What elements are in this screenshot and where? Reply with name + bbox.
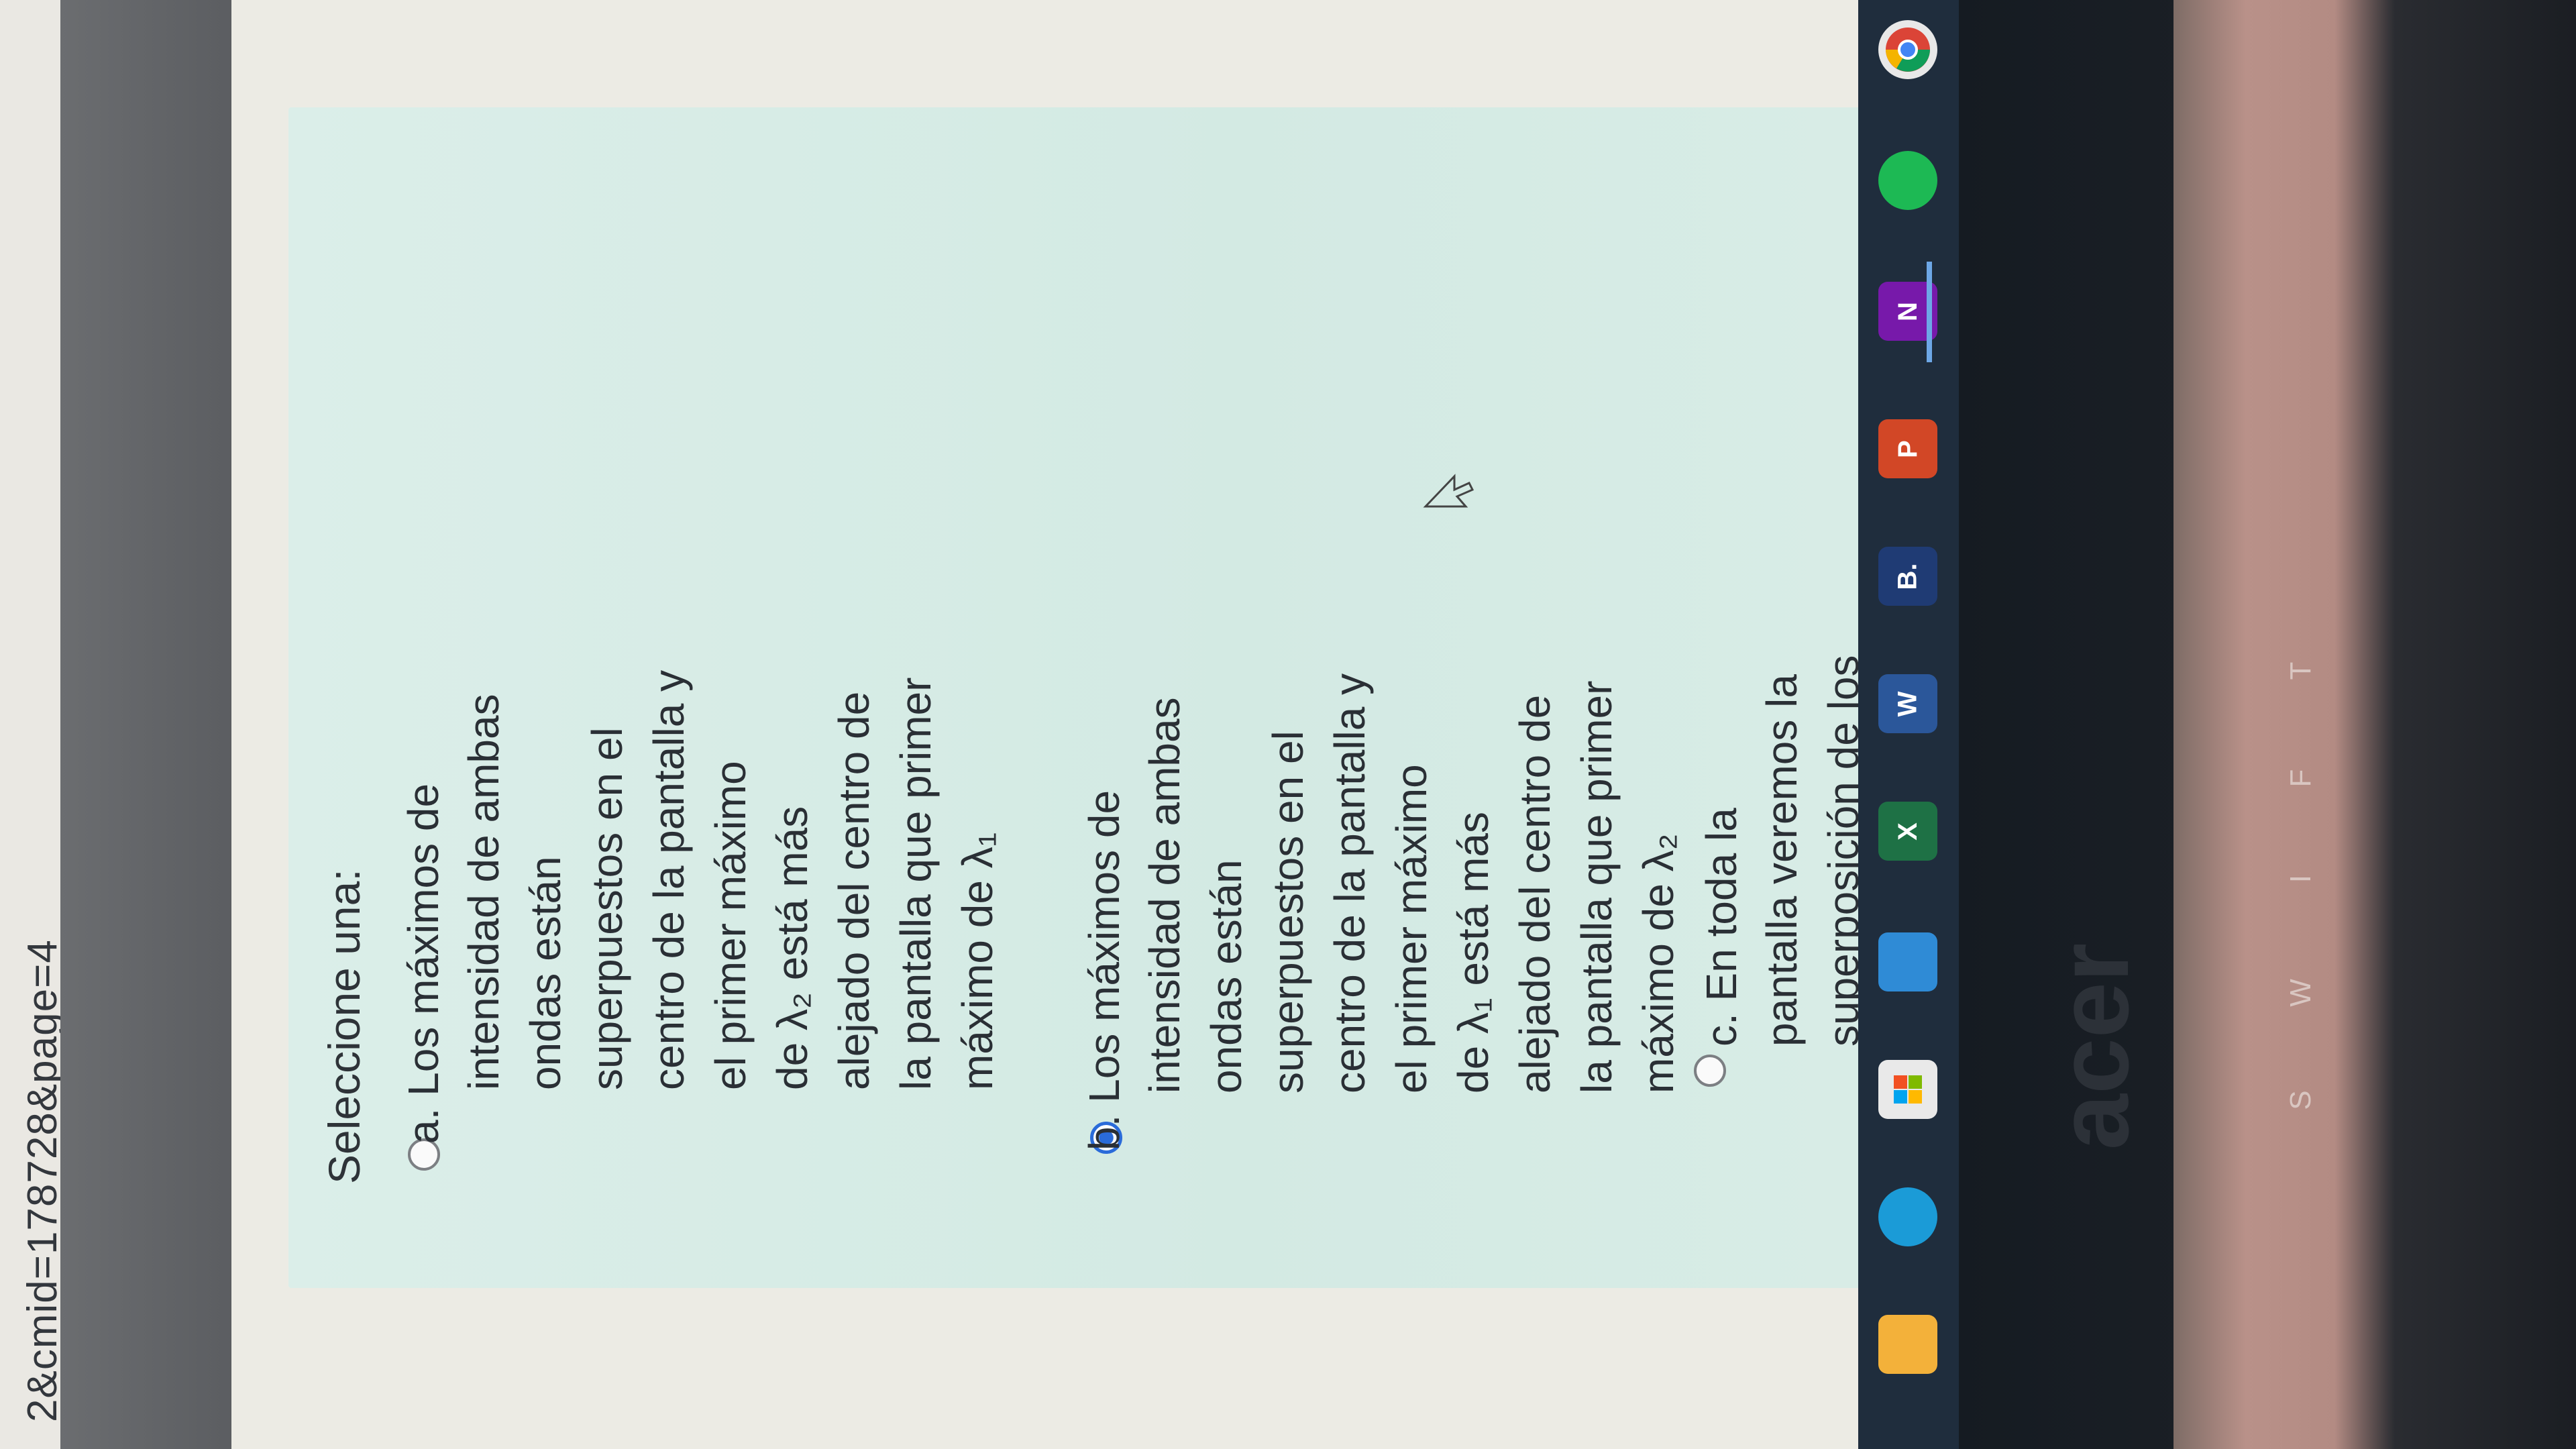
option-c-text[interactable]: c. En toda la (1690, 808, 1752, 1046)
key-t: T (2284, 661, 2317, 680)
mail-icon[interactable] (1878, 932, 1937, 991)
address-bar[interactable]: 2&cmid=178728&page=4 (0, 0, 66, 1449)
option-c-text-cont: pantalla veremos la superposición de los (1758, 655, 1868, 1046)
prompt-label: Seleccione una: (319, 869, 369, 1184)
option-a-text-cont: intensidad de ambas ondas están superpue… (460, 669, 1002, 1090)
key-f: F (2284, 769, 2317, 788)
file-explorer-icon[interactable] (1878, 1315, 1937, 1374)
word-icon[interactable]: W (1878, 674, 1937, 733)
mouse-cursor-icon (1423, 474, 1474, 508)
option-b-text[interactable]: b. Los máximos de (1073, 790, 1135, 1150)
browser-viewport: 2&cmid=178728&page=4 Seleccione una: a. … (0, 0, 1888, 1449)
chrome-icon[interactable] (1878, 20, 1937, 79)
key-i: I (2284, 874, 2317, 883)
brand-logo: acer (2036, 943, 2149, 1150)
option-b-text-cont: intensidad de ambas ondas están superpue… (1140, 673, 1682, 1093)
store-logo-icon (1894, 1075, 1922, 1104)
microsoft-store-icon[interactable] (1878, 1060, 1937, 1119)
app-b-icon[interactable]: B. (1878, 547, 1937, 606)
option-c-radio[interactable] (1694, 1055, 1726, 1087)
active-app-indicator (1927, 262, 1932, 362)
photo-scene: 2&cmid=178728&page=4 Seleccione una: a. … (0, 0, 2576, 1449)
keyboard (2174, 0, 2576, 1449)
option-a-text[interactable]: a. Los máximos de (392, 784, 454, 1144)
key-s: S (2284, 1090, 2317, 1110)
powerpoint-icon[interactable]: P (1878, 419, 1937, 478)
chrome-logo-icon (1886, 28, 1930, 72)
url-text: 2&cmid=178728&page=4 (19, 939, 66, 1422)
spotify-icon[interactable] (1878, 151, 1937, 210)
excel-icon[interactable]: X (1878, 802, 1937, 861)
edge-icon[interactable] (1878, 1187, 1937, 1246)
key-w: W (2284, 979, 2317, 1007)
